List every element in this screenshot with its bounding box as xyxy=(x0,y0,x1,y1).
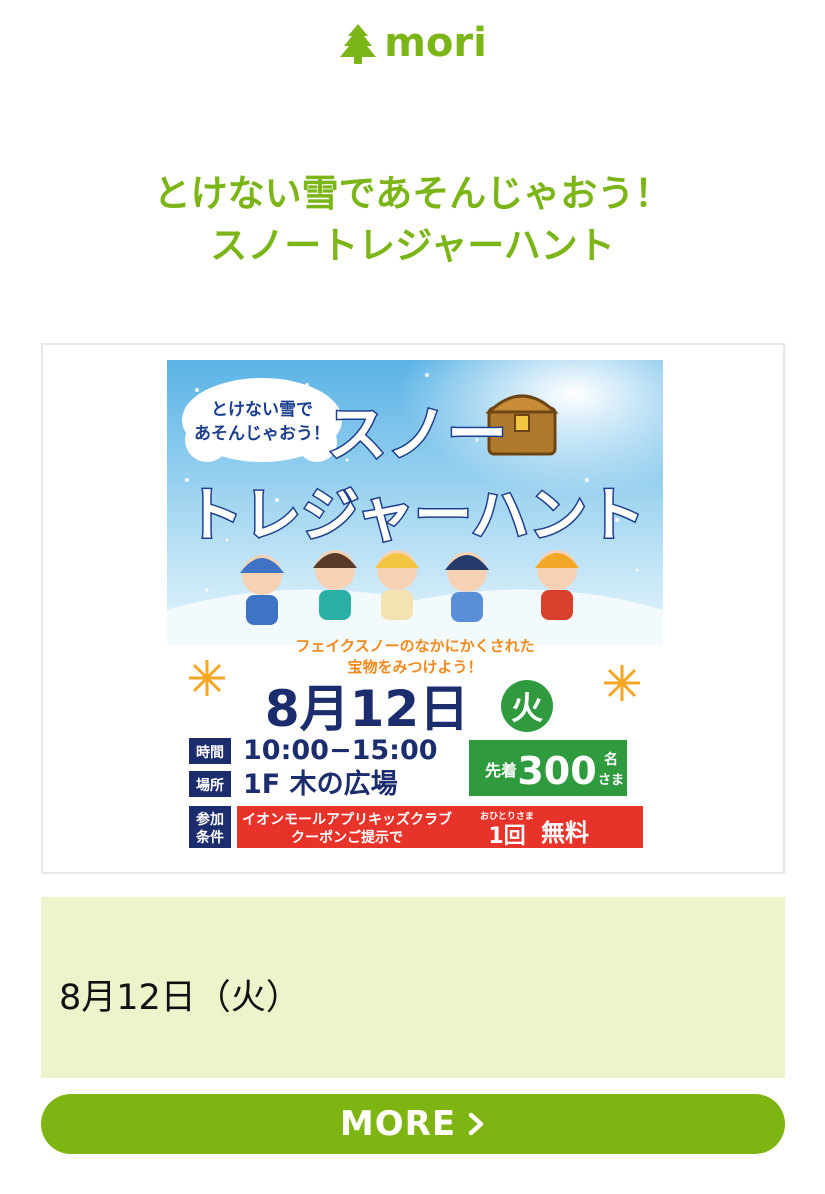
svg-text:とけない雪で: とけない雪で xyxy=(211,400,313,420)
event-banner[interactable]: とけない雪で あそんじゃおう！ スノー トレジャーハント フェイクスノーのなかに… xyxy=(41,343,785,874)
svg-text:無料: 無料 xyxy=(541,819,589,847)
snowflake-icon xyxy=(189,660,225,696)
svg-text:先着: 先着 xyxy=(485,761,517,780)
svg-text:時間: 時間 xyxy=(196,744,224,761)
brand-name: mori xyxy=(384,20,487,66)
svg-text:名: 名 xyxy=(604,751,618,768)
more-button[interactable]: MORE xyxy=(41,1094,785,1154)
svg-text:トレジャーハント: トレジャーハント xyxy=(185,481,645,549)
svg-text:条件: 条件 xyxy=(195,829,224,846)
svg-text:300: 300 xyxy=(517,749,596,793)
svg-text:さま: さま xyxy=(598,773,624,788)
event-poster: とけない雪で あそんじゃおう！ スノー トレジャーハント フェイクスノーのなかに… xyxy=(167,360,663,853)
event-date: 8月12日（火） xyxy=(59,978,301,1018)
event-info-box: 8月12日（火） xyxy=(41,897,785,1078)
svg-text:10:00−15:00: 10:00−15:00 xyxy=(243,735,438,766)
svg-text:スノー: スノー xyxy=(327,400,507,470)
chevron-right-icon xyxy=(468,1112,484,1136)
svg-text:宝物をみつけよう！: 宝物をみつけよう！ xyxy=(347,658,482,676)
svg-text:参加: 参加 xyxy=(196,811,224,828)
svg-text:あそんじゃおう！: あそんじゃおう！ xyxy=(194,424,330,444)
svg-text:フェイクスノーのなかにかくされた: フェイクスノーのなかにかくされた xyxy=(295,637,534,655)
snowflake-icon xyxy=(604,665,640,701)
brand-logo[interactable]: mori xyxy=(0,22,825,64)
svg-text:1F 木の広場: 1F 木の広場 xyxy=(243,768,398,800)
svg-text:8月12日: 8月12日 xyxy=(265,680,469,738)
tree-icon xyxy=(340,24,377,64)
svg-text:火: 火 xyxy=(511,689,543,727)
svg-text:クーポンご提示で: クーポンご提示で xyxy=(291,829,403,846)
more-button-label: MORE xyxy=(339,1104,457,1144)
page-title: とけない雪であそんじゃおう！ スノートレジャーハント xyxy=(0,168,825,272)
title-line-2: スノートレジャーハント xyxy=(210,224,615,267)
speech-bubble: とけない雪で あそんじゃおう！ xyxy=(182,378,342,462)
svg-text:イオンモールアプリキッズクラブ: イオンモールアプリキッズクラブ xyxy=(242,811,452,828)
svg-text:1回: 1回 xyxy=(488,824,525,849)
svg-text:場所: 場所 xyxy=(196,777,224,794)
svg-text:おひとりさま: おひとりさま xyxy=(480,811,534,822)
title-line-1: とけない雪であそんじゃおう！ xyxy=(153,172,672,215)
